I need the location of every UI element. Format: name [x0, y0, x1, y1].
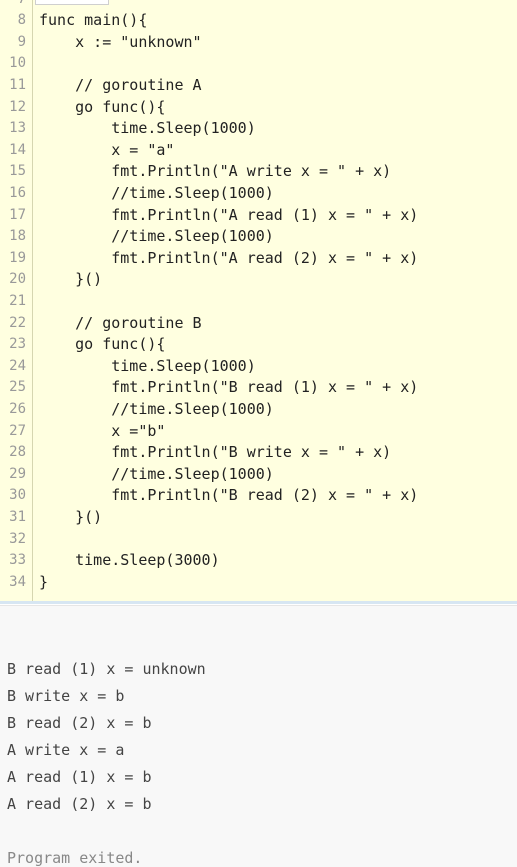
code-line[interactable]: fmt.Println("B read (1) x = " + x): [39, 377, 418, 399]
line-number: 27: [9, 422, 26, 439]
code-line[interactable]: fmt.Println("A read (1) x = " + x): [39, 205, 418, 227]
line-number: 16: [9, 184, 26, 201]
code-line[interactable]: //time.Sleep(1000): [39, 399, 274, 421]
output-line: B read (1) x = unknown: [7, 660, 206, 678]
code-line[interactable]: // goroutine B: [39, 313, 201, 335]
editor-bottom-border: [0, 601, 517, 604]
code-line[interactable]: //time.Sleep(1000): [39, 226, 274, 248]
line-number: 10: [9, 55, 26, 72]
line-number: 31: [9, 508, 26, 525]
code-line[interactable]: x := "unknown": [39, 32, 201, 54]
line-number: 21: [9, 292, 26, 309]
line-number: 14: [9, 141, 26, 158]
code-line[interactable]: fmt.Println("A read (2) x = " + x): [39, 248, 418, 270]
code-line[interactable]: }(): [39, 507, 102, 529]
line-number: 7: [0, 0, 26, 10]
line-number: 13: [9, 120, 26, 137]
code-line[interactable]: time.Sleep(1000): [39, 356, 256, 378]
line-number: 26: [9, 400, 26, 417]
code-line[interactable]: fmt.Println("B write x = " + x): [39, 442, 391, 464]
line-number: 34: [9, 573, 26, 590]
code-line[interactable]: time.Sleep(3000): [39, 550, 220, 572]
line-number: 12: [9, 98, 26, 115]
code-line[interactable]: x = "a": [39, 140, 174, 162]
code-line[interactable]: x ="b": [39, 421, 165, 443]
line-number: 11: [9, 76, 26, 93]
program-exit-message: Program exited.: [7, 849, 143, 867]
code-line[interactable]: }: [39, 572, 48, 594]
line-number: 25: [9, 379, 26, 396]
code-line[interactable]: fmt.Println("B read (2) x = " + x): [39, 485, 418, 507]
line-number: 33: [9, 552, 26, 569]
code-line[interactable]: func main(){: [39, 10, 147, 32]
code-line[interactable]: fmt.Println("A write x = " + x): [39, 161, 391, 183]
output-line: A read (1) x = b: [7, 768, 152, 786]
code-line[interactable]: go func(){: [39, 334, 165, 356]
output-line: A read (2) x = b: [7, 795, 152, 813]
line-number: 30: [9, 487, 26, 504]
output-line: A write x = a: [7, 741, 125, 759]
line-number: 8: [17, 12, 26, 29]
output-line: B write x = b: [7, 687, 125, 705]
code-line[interactable]: //time.Sleep(1000): [39, 183, 274, 205]
line-number: 18: [9, 228, 26, 245]
editor-top-tab: [35, 0, 109, 5]
code-line[interactable]: time.Sleep(1000): [39, 118, 256, 140]
line-number: 15: [9, 163, 26, 180]
line-number-gutter: 7 8 9 10 11 12 13 14 15 16 17 18 19 20 21 22 23 24 25 26 27 2…: [0, 0, 33, 604]
line-number: 22: [9, 314, 26, 331]
code-line[interactable]: go func(){: [39, 97, 165, 119]
line-number: 32: [9, 530, 26, 547]
line-number: 28: [9, 444, 26, 461]
output-line: B read (2) x = b: [7, 714, 152, 732]
code-editor[interactable]: 7 8 9 10 11 12 13 14 15 16 17 18 19 20 21 22 23 24 25 26 27 2…: [0, 0, 517, 604]
line-number: 23: [9, 336, 26, 353]
code-line[interactable]: // goroutine A: [39, 75, 201, 97]
line-number: 20: [9, 271, 26, 288]
program-output-panel: B read (1) x = unknown B write x = b B rea…: [0, 605, 517, 867]
code-line[interactable]: }(): [39, 269, 102, 291]
line-number: 29: [9, 465, 26, 482]
code-line[interactable]: //time.Sleep(1000): [39, 464, 274, 486]
line-number: 24: [9, 357, 26, 374]
line-number: 17: [9, 206, 26, 223]
line-number: 19: [9, 249, 26, 266]
line-number: 9: [17, 33, 26, 50]
